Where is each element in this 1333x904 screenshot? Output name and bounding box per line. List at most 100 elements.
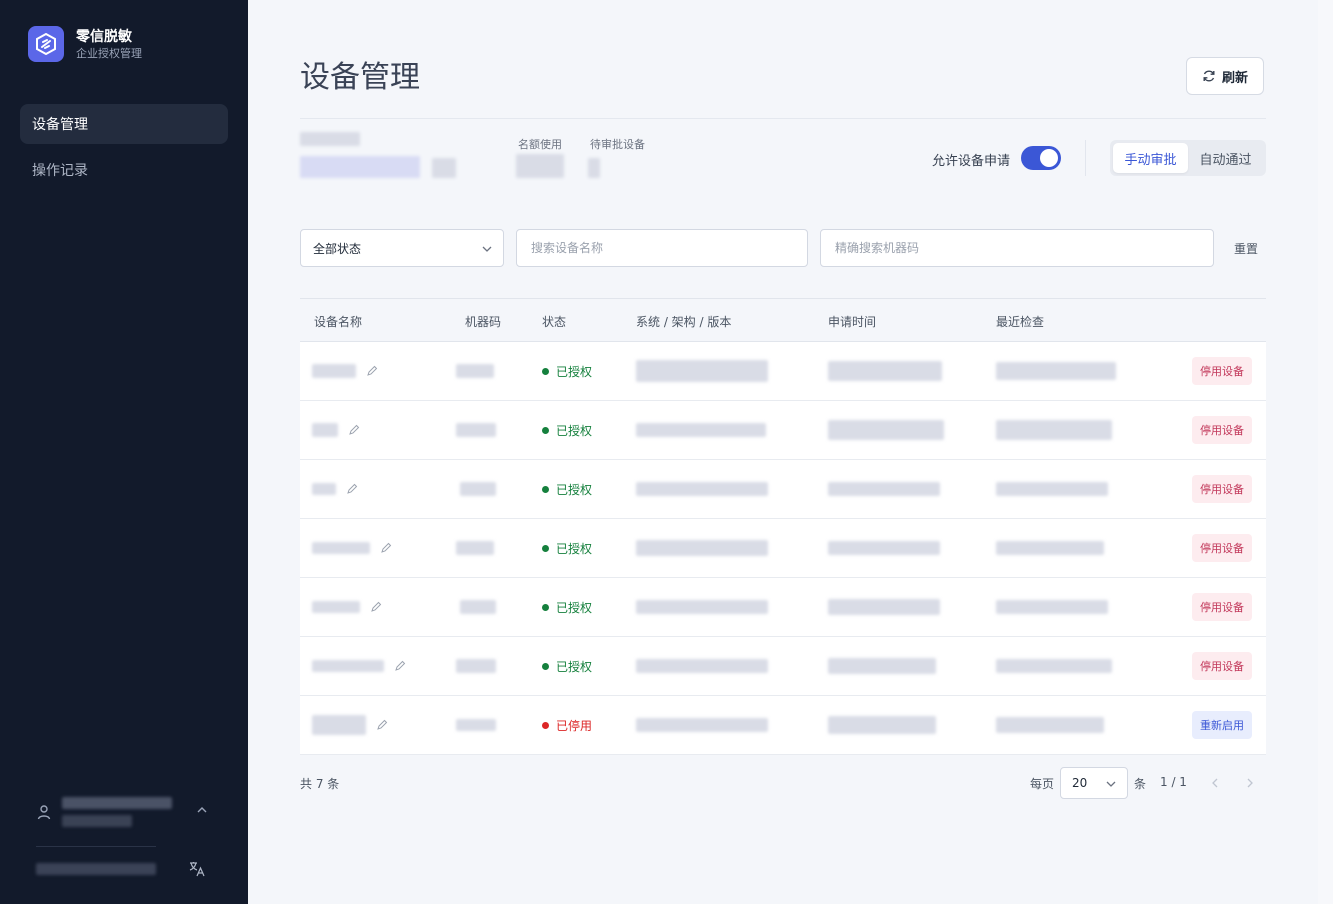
- status-badge: 已授权: [542, 422, 592, 439]
- brand-logo-icon: [28, 26, 64, 62]
- status-select-value: 全部状态: [313, 241, 362, 256]
- status-badge: 已授权: [542, 481, 592, 498]
- table-row: 已授权 停用设备: [300, 519, 1266, 578]
- device-name-redacted: [312, 542, 370, 554]
- status-badge: 已授权: [542, 363, 592, 380]
- device-name-redacted: [312, 660, 384, 672]
- col-machine-code: 机器码: [465, 315, 502, 329]
- machine-code-redacted: [456, 659, 496, 673]
- prev-page-icon[interactable]: [1207, 775, 1223, 791]
- sidebar-nav: 设备管理 操作记录: [20, 104, 228, 196]
- sidebar: 零信脱敏 企业授权管理 设备管理 操作记录: [0, 0, 248, 904]
- last-check-redacted: [996, 541, 1104, 555]
- status-text: 已授权: [556, 600, 593, 615]
- edit-icon[interactable]: [370, 601, 382, 613]
- per-page-label: 每页: [1030, 777, 1055, 791]
- re-enable-button[interactable]: 重新启用: [1192, 711, 1252, 739]
- disable-device-button[interactable]: 停用设备: [1192, 593, 1252, 621]
- brand: 零信脱敏 企业授权管理: [28, 26, 142, 62]
- header-divider: [300, 118, 1266, 119]
- disable-device-button[interactable]: 停用设备: [1192, 652, 1252, 680]
- edit-icon[interactable]: [346, 483, 358, 495]
- device-name-redacted: [312, 483, 336, 495]
- machine-code-redacted: [460, 600, 496, 614]
- apply-time-redacted: [828, 716, 936, 734]
- pending-label: 待审批设备: [590, 138, 645, 151]
- allow-requests-label: 允许设备申请: [932, 154, 1011, 169]
- translate-icon[interactable]: [188, 860, 206, 878]
- sidebar-footer: [36, 860, 212, 880]
- disable-device-button[interactable]: 停用设备: [1192, 416, 1252, 444]
- status-text: 已授权: [556, 541, 593, 556]
- edit-icon[interactable]: [380, 542, 392, 554]
- sidebar-item-devices[interactable]: 设备管理: [20, 104, 228, 144]
- disable-device-button[interactable]: 停用设备: [1192, 475, 1252, 503]
- table-row: 已授权 停用设备: [300, 401, 1266, 460]
- chevron-down-icon: [482, 246, 492, 252]
- edit-icon[interactable]: [348, 424, 360, 436]
- approval-mode-switch: 手动审批 自动通过: [1110, 140, 1266, 176]
- status-dot: [542, 544, 549, 552]
- next-page-icon[interactable]: [1242, 775, 1258, 791]
- apply-time-redacted: [828, 658, 936, 674]
- status-dot: [542, 662, 549, 670]
- device-name-redacted: [312, 715, 366, 735]
- per-page-unit: 条: [1134, 777, 1147, 791]
- chevron-up-icon[interactable]: [194, 802, 210, 818]
- page-title: 设备管理: [300, 60, 420, 95]
- refresh-button[interactable]: 刷新: [1186, 57, 1264, 95]
- allow-requests-toggle[interactable]: [1021, 146, 1061, 170]
- status-badge: 已授权: [542, 599, 592, 616]
- edit-icon[interactable]: [376, 719, 388, 731]
- system-redacted: [636, 659, 768, 673]
- table-row: 已停用 重新启用: [300, 696, 1266, 755]
- org-tag-redacted: [432, 158, 456, 178]
- machine-code-redacted: [460, 482, 496, 496]
- status-badge: 已停用: [542, 717, 592, 734]
- vertical-divider: [1085, 140, 1086, 176]
- machine-code-search[interactable]: [820, 229, 1214, 267]
- status-select[interactable]: 全部状态: [300, 229, 504, 267]
- device-name-search[interactable]: [516, 229, 808, 267]
- status-dot: [542, 485, 549, 493]
- sidebar-item-logs[interactable]: 操作记录: [20, 150, 228, 190]
- machine-code-input[interactable]: [833, 240, 1213, 256]
- status-text: 已授权: [556, 364, 593, 379]
- org-name-redacted: [300, 156, 420, 178]
- table-row: 已授权 停用设备: [300, 342, 1266, 401]
- chevron-down-icon: [1106, 781, 1116, 787]
- last-check-redacted: [996, 362, 1116, 380]
- system-redacted: [636, 540, 768, 556]
- org-label-redacted: [300, 132, 360, 146]
- per-page-select[interactable]: 20: [1060, 767, 1128, 799]
- mode-manual[interactable]: 手动审批: [1113, 143, 1188, 173]
- apply-time-redacted: [828, 541, 940, 555]
- status-text: 已授权: [556, 659, 593, 674]
- disable-device-button[interactable]: 停用设备: [1192, 357, 1252, 385]
- pending-value-redacted: [588, 158, 600, 178]
- status-dot: [542, 721, 549, 729]
- device-name-input[interactable]: [529, 240, 807, 256]
- edit-icon[interactable]: [366, 365, 378, 377]
- system-redacted: [636, 600, 768, 614]
- device-name-redacted: [312, 423, 338, 437]
- system-redacted: [636, 360, 768, 382]
- edit-icon[interactable]: [394, 660, 406, 672]
- disable-device-button[interactable]: 停用设备: [1192, 534, 1252, 562]
- per-page-value: 20: [1072, 776, 1088, 790]
- device-name-redacted: [312, 601, 360, 613]
- sidebar-item-label: 设备管理: [32, 117, 88, 133]
- user-menu[interactable]: [36, 790, 216, 834]
- sidebar-divider: [36, 846, 156, 847]
- apply-time-redacted: [828, 361, 942, 381]
- last-check-redacted: [996, 482, 1108, 496]
- system-redacted: [636, 482, 768, 496]
- mode-auto[interactable]: 自动通过: [1188, 143, 1263, 173]
- brand-name: 零信脱敏: [76, 28, 132, 45]
- refresh-label: 刷新: [1221, 70, 1248, 86]
- reset-button[interactable]: 重置: [1234, 240, 1258, 257]
- apply-time-redacted: [828, 420, 944, 440]
- status-text: 已停用: [556, 718, 593, 733]
- status-text: 已授权: [556, 482, 593, 497]
- total-count: 共 7 条: [300, 777, 340, 791]
